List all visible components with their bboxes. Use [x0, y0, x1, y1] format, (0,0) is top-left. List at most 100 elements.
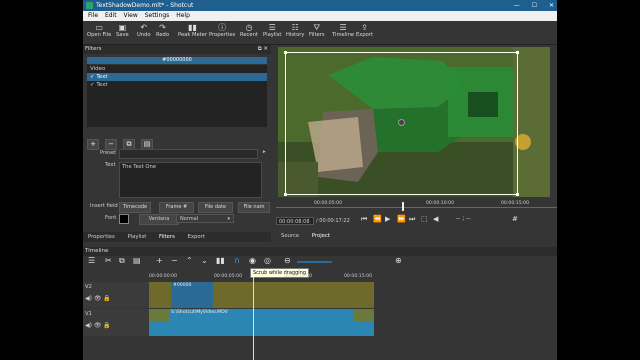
close-icon[interactable]: ✕ — [549, 2, 554, 9]
properties-button[interactable]: ⓘ Properties — [209, 23, 235, 38]
track-header-v2[interactable]: V2 ◀) 👁 🔒 — [83, 282, 149, 308]
filter-item[interactable]: ✓ Text — [87, 73, 267, 81]
video-frame[interactable] — [278, 47, 550, 197]
resize-handle[interactable] — [284, 51, 287, 54]
export-button[interactable]: ⇪ Export — [356, 23, 373, 38]
rewind-icon[interactable]: ⏪ — [373, 215, 382, 223]
font-button[interactable]: Verdana — [139, 214, 179, 225]
menu-edit[interactable]: Edit — [105, 12, 117, 19]
timecode-button[interactable]: Timecode — [119, 202, 151, 213]
open-file-icon: ▭ — [95, 23, 103, 32]
add-filter-button[interactable]: + — [87, 139, 99, 150]
remove-filter-button[interactable]: − — [105, 139, 117, 150]
scrub-icon[interactable]: ◉ — [249, 256, 256, 265]
save-button[interactable]: ▣ Save — [116, 23, 129, 38]
minimize-icon[interactable]: — — [514, 2, 520, 9]
filter-item[interactable]: ✓ Text — [87, 81, 267, 89]
history-button[interactable]: ☷ History — [286, 23, 304, 38]
peak-meter-icon: ▮▮ — [188, 23, 197, 32]
timecode-field[interactable]: 00:00:08:08 — [276, 217, 314, 225]
frame-number-button[interactable]: Frame # — [159, 202, 194, 213]
skip-next-icon[interactable]: ⏭ — [409, 215, 415, 224]
file-name-button[interactable]: File nam — [238, 202, 270, 213]
playlist-button[interactable]: ☰ Playlist — [263, 23, 281, 38]
lift-icon[interactable]: ⌃ — [186, 256, 193, 265]
tab-project[interactable]: Project — [312, 233, 330, 239]
append-icon[interactable]: + — [156, 256, 163, 265]
clip-v1[interactable]: S:\Shotcut\MyVideo.MOV — [149, 309, 374, 336]
menu-icon[interactable]: ☰ — [88, 256, 95, 265]
scrub-tick-label: 00:00:05:00 — [314, 201, 343, 206]
paste-icon[interactable]: ▤ — [133, 256, 141, 265]
tab-properties[interactable]: Properties — [88, 234, 115, 240]
tab-source[interactable]: Source — [281, 233, 299, 239]
timeline-button[interactable]: ☰ Timeline — [332, 23, 354, 38]
undo-button[interactable]: ↶ Undo — [137, 23, 151, 38]
fast-forward-icon[interactable]: ⏩ — [397, 215, 406, 223]
clip-label: #00000 — [173, 283, 192, 288]
zoom-slider[interactable] — [297, 261, 332, 263]
filter-color-bar: #00000000 — [87, 57, 267, 64]
file-date-button[interactable]: File date — [198, 202, 233, 213]
panel-close-icon[interactable]: ⧉ ✕ — [258, 45, 268, 54]
menu-help[interactable]: Help — [176, 12, 190, 19]
track-header-v1[interactable]: V1 ◀) 👁 🔒 — [83, 309, 149, 336]
redo-button[interactable]: ↷ Redo — [156, 23, 169, 38]
split-icon[interactable]: ▮▮ — [216, 256, 225, 265]
toggle-zoom-icon[interactable]: ⬚ — [421, 215, 428, 223]
filters-button[interactable]: ⛛ Filters — [309, 23, 325, 38]
scrub-tick-label: 00:00:15:00 — [501, 201, 530, 206]
zoom-out-icon[interactable]: ⊖ — [284, 256, 291, 265]
left-dock-tabs: Properties Playlist Filters Export — [83, 232, 271, 242]
open-file-button[interactable]: ▭ Open File — [87, 23, 111, 38]
play-icon[interactable]: ▶ — [385, 215, 390, 223]
resize-handle[interactable] — [516, 51, 519, 54]
track-controls-icon[interactable]: ◀) 👁 🔒 — [85, 295, 111, 302]
playlist-icon: ☰ — [268, 23, 276, 32]
clip-v2[interactable]: #00000 — [171, 282, 213, 308]
preset-select[interactable] — [119, 149, 258, 159]
cut-icon[interactable]: ✂ — [105, 256, 112, 265]
resize-handle[interactable] — [516, 193, 519, 196]
playhead-marker[interactable] — [402, 202, 404, 211]
scrub-bar[interactable]: 00:00:05:00 00:00:10:00 00:00:15:00 — [276, 201, 557, 211]
resize-handle[interactable] — [284, 193, 287, 196]
text-label: Text — [105, 162, 116, 168]
text-color-swatch[interactable] — [119, 214, 129, 224]
overwrite-icon[interactable]: ⌄ — [201, 256, 208, 265]
ruler-label: 00:00:05:00 — [214, 274, 243, 279]
maximize-icon[interactable]: ☐ — [532, 2, 537, 9]
preset-menu-icon[interactable]: ▸ — [263, 149, 266, 155]
font-weight-select[interactable]: Normal ▾ — [176, 214, 234, 223]
text-input[interactable]: The Text One — [119, 162, 262, 198]
skip-previous-icon[interactable]: ⏮ — [361, 215, 367, 224]
scrub-tick-label: 00:00:10:00 — [426, 201, 455, 206]
menu-file[interactable]: File — [88, 12, 98, 19]
track-name: V1 — [85, 311, 92, 317]
timeline-playhead[interactable] — [253, 277, 254, 360]
ripple-icon[interactable]: ◎ — [264, 256, 271, 265]
font-label: Font — [105, 215, 117, 221]
grid-icon[interactable]: -- ; -- — [456, 215, 471, 222]
volume-icon[interactable]: ◀ — [433, 215, 438, 223]
center-handle[interactable] — [398, 119, 405, 126]
ruler-label: 00:00:10:00 — [284, 274, 313, 279]
grid-toggle-icon[interactable]: # — [512, 215, 518, 223]
clip-thumbnail — [354, 309, 374, 322]
recent-button[interactable]: ◷ Recent — [240, 23, 258, 38]
menu-settings[interactable]: Settings — [145, 12, 170, 19]
tab-playlist[interactable]: Playlist — [127, 234, 146, 240]
track-v1[interactable]: S:\Shotcut\MyVideo.MOV — [149, 309, 374, 336]
tab-export[interactable]: Export — [188, 234, 205, 240]
remove-icon[interactable]: − — [171, 256, 178, 265]
timeline-ruler[interactable]: 00:00:00:00 00:00:05:00 00:00:10:00 00:0… — [149, 274, 379, 281]
peak-meter-button[interactable]: ▮▮ Peak Meter — [178, 23, 207, 38]
timeline-title: Timeline — [85, 248, 109, 254]
copy-icon[interactable]: ⧉ — [119, 256, 125, 266]
zoom-in-icon[interactable]: ⊕ — [395, 256, 402, 265]
track-controls-icon[interactable]: ◀) 👁 🔒 — [85, 322, 111, 329]
tab-filters[interactable]: Filters — [159, 234, 175, 240]
snap-icon[interactable]: ∩ — [234, 256, 240, 265]
track-v2[interactable]: #00000 — [149, 282, 374, 308]
menu-view[interactable]: View — [124, 12, 138, 19]
